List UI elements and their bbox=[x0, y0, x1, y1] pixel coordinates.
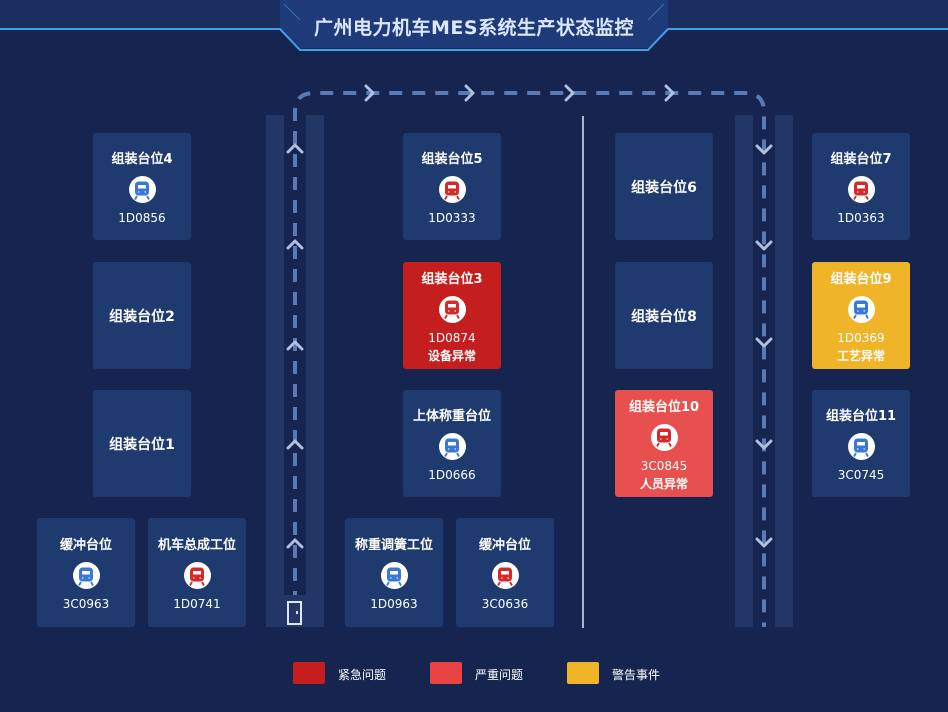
station-name: 缓冲台位 bbox=[59, 538, 112, 553]
station-assembly-10[interactable]: 组装台位10 3C0845 人员异常 bbox=[615, 390, 713, 497]
station-code: 1D0363 bbox=[837, 211, 885, 225]
train-icon bbox=[380, 562, 408, 589]
station-assembly-2[interactable]: 组装台位2 bbox=[93, 262, 191, 369]
train-icon bbox=[491, 562, 519, 589]
station-code: 3C0745 bbox=[837, 468, 885, 482]
station-name: 组装台位6 bbox=[631, 179, 697, 196]
station-assembly-9[interactable]: 组装台位9 1D0369 工艺异常 bbox=[812, 262, 910, 369]
train-icon bbox=[183, 562, 211, 589]
arrow-up-icon bbox=[286, 143, 304, 154]
station-assembly-7[interactable]: 组装台位7 1D0363 bbox=[812, 133, 910, 240]
arrow-down-icon bbox=[755, 337, 773, 348]
station-name: 上体称重台位 bbox=[412, 409, 491, 424]
station-assembly-1[interactable]: 组装台位1 bbox=[93, 390, 191, 497]
legend-swatch-urgent bbox=[293, 662, 325, 684]
station-code: 1D0963 bbox=[370, 597, 418, 611]
train-icon bbox=[438, 176, 466, 203]
station-buffer-left[interactable]: 缓冲台位 3C0963 bbox=[37, 518, 135, 627]
station-name: 组装台位4 bbox=[111, 152, 173, 167]
station-buffer-mid[interactable]: 缓冲台位 3C0636 bbox=[456, 518, 554, 627]
train-icon bbox=[847, 433, 875, 460]
station-code: 1D0741 bbox=[173, 597, 221, 611]
station-code: 1D0333 bbox=[428, 211, 476, 225]
station-status: 人员异常 bbox=[639, 476, 688, 491]
station-upper-weigh[interactable]: 上体称重台位 1D0666 bbox=[403, 390, 501, 497]
legend-swatch-serious bbox=[430, 662, 462, 684]
station-assembly-5[interactable]: 组装台位5 1D0333 bbox=[403, 133, 501, 240]
arrow-right-icon bbox=[564, 84, 575, 102]
station-name: 组装台位3 bbox=[421, 271, 483, 287]
station-name: 缓冲台位 bbox=[478, 538, 531, 553]
legend-swatch-warning bbox=[567, 662, 599, 684]
legend-label-urgent: 紧急问题 bbox=[338, 668, 387, 682]
station-name: 组装台位2 bbox=[109, 308, 175, 325]
station-code: 1D0666 bbox=[428, 468, 476, 482]
station-assembly-8[interactable]: 组装台位8 bbox=[615, 262, 713, 369]
station-assembly-4[interactable]: 组装台位4 1D0856 bbox=[93, 133, 191, 240]
station-code: 3C0845 bbox=[640, 458, 688, 473]
door-icon bbox=[276, 595, 313, 627]
station-name: 组装台位11 bbox=[825, 409, 897, 424]
station-status: 工艺异常 bbox=[836, 348, 885, 363]
station-name: 组装台位1 bbox=[109, 436, 175, 453]
station-name: 组装台位10 bbox=[628, 399, 700, 415]
station-assembly-3[interactable]: 组装台位3 1D0874 设备异常 bbox=[403, 262, 501, 369]
station-name: 组装台位5 bbox=[421, 152, 483, 167]
train-icon bbox=[650, 423, 678, 451]
station-code: 1D0369 bbox=[837, 330, 885, 345]
arrow-up-icon bbox=[286, 439, 304, 450]
train-icon bbox=[847, 176, 875, 203]
station-name: 组装台位7 bbox=[830, 152, 892, 167]
station-assembly-6[interactable]: 组装台位6 bbox=[615, 133, 713, 240]
train-icon bbox=[847, 295, 875, 323]
train-icon bbox=[72, 562, 100, 589]
station-code: 1D0874 bbox=[428, 330, 476, 345]
station-weigh-adjust[interactable]: 称重调簧工位 1D0963 bbox=[345, 518, 443, 627]
train-icon bbox=[128, 176, 156, 203]
legend-label-warning: 警告事件 bbox=[612, 668, 661, 682]
station-name: 组装台位9 bbox=[830, 271, 892, 287]
legend-label-serious: 严重问题 bbox=[475, 668, 524, 682]
station-code: 3C0636 bbox=[481, 597, 529, 611]
station-assembly-11[interactable]: 组装台位11 3C0745 bbox=[812, 390, 910, 497]
station-status: 设备异常 bbox=[427, 348, 476, 363]
station-final-assembly[interactable]: 机车总成工位 1D0741 bbox=[148, 518, 246, 627]
train-icon bbox=[438, 433, 466, 460]
station-name: 组装台位8 bbox=[631, 308, 697, 325]
station-code: 3C0963 bbox=[62, 597, 110, 611]
station-name: 机车总成工位 bbox=[157, 538, 236, 553]
train-icon bbox=[438, 295, 466, 323]
station-code: 1D0856 bbox=[118, 211, 166, 225]
station-name: 称重调簧工位 bbox=[354, 538, 433, 553]
